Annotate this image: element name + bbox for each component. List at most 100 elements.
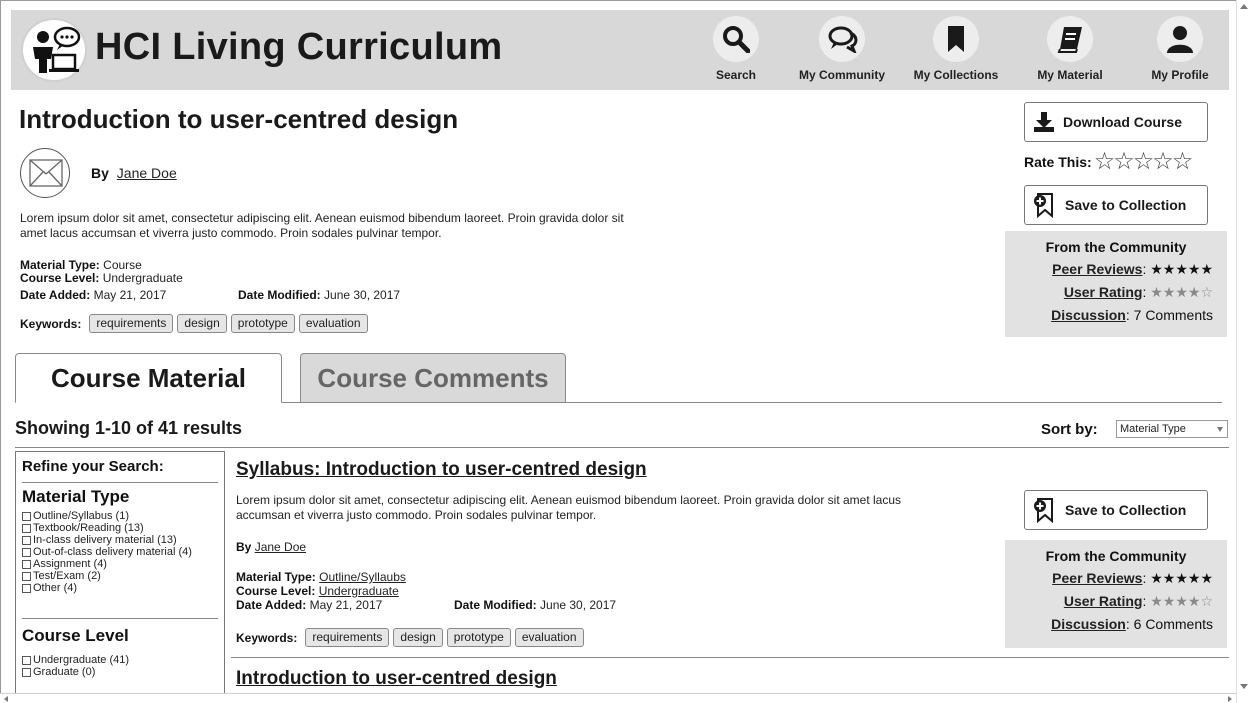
refine-title: Refine your Search: <box>22 458 164 475</box>
user-rating-link[interactable]: User Rating <box>1064 593 1143 609</box>
result-material-type-link[interactable]: Outline/Syllaubs <box>319 570 406 584</box>
checkbox[interactable] <box>22 523 31 533</box>
result-author-link[interactable]: Jane Doe <box>255 540 306 554</box>
discussion: Discussion: 7 Comments <box>1051 307 1213 323</box>
result-save-to-collection-button[interactable]: Save to Collection <box>1024 490 1208 530</box>
nav-my-material[interactable]: My Material <box>1025 16 1115 88</box>
community-title: From the Community <box>1045 239 1187 255</box>
filter-option[interactable]: Undergraduate (41) <box>22 654 129 666</box>
sort-select[interactable]: Material Type <box>1116 420 1228 438</box>
filter-option[interactable]: Other (4) <box>22 582 192 594</box>
tab-course-material[interactable]: Course Material <box>15 353 282 403</box>
rating-stars-input[interactable]: ☆☆☆☆☆ <box>1094 150 1194 174</box>
sort-label: Sort by: <box>1041 421 1098 438</box>
result-community-panel: From the Community Peer Reviews: ★★★★★ U… <box>1005 540 1227 648</box>
result-material-type: Material Type: Outline/Syllaubs <box>236 570 406 584</box>
keyword-tag[interactable]: evaluation <box>514 628 584 647</box>
peer-reviews: Peer Reviews: ★★★★★ <box>1052 261 1213 277</box>
search-icon <box>713 16 759 62</box>
keyword-tag[interactable]: prototype <box>230 314 295 333</box>
keyword-tag[interactable]: requirements <box>305 628 390 647</box>
peer-reviews-link[interactable]: Peer Reviews <box>1052 570 1142 586</box>
filter-option[interactable]: Test/Exam (2) <box>22 570 192 582</box>
nav-search[interactable]: Search <box>703 16 769 88</box>
rate-this-label: Rate This: <box>1024 154 1092 170</box>
filter-option[interactable]: In-class delivery material (13) <box>22 534 192 546</box>
result-date-modified: Date Modified: June 30, 2017 <box>454 598 617 612</box>
keyword-tag[interactable]: prototype <box>446 628 511 647</box>
nav-my-community-label: My Community <box>798 68 885 82</box>
scroll-down-icon[interactable] <box>1240 684 1248 689</box>
download-course-button[interactable]: Download Course <box>1024 102 1208 142</box>
site-title[interactable]: HCI Living Curriculum <box>95 26 502 69</box>
bookmark-plus-icon <box>1034 193 1053 218</box>
author-avatar[interactable] <box>20 148 70 198</box>
rate-this: Rate This: ☆☆☆☆☆ <box>1024 150 1194 174</box>
result-date-added: Date Added: May 21, 2017 <box>236 598 383 612</box>
checkbox[interactable] <box>22 511 31 521</box>
checkbox[interactable] <box>22 571 31 581</box>
filter-option[interactable]: Graduate (0) <box>22 666 129 678</box>
filter-option[interactable]: Outline/Syllabus (1) <box>22 510 192 522</box>
checkbox[interactable] <box>22 583 31 593</box>
keywords-label: Keywords: <box>236 630 298 645</box>
filter-option[interactable]: Out-of-class delivery material (4) <box>22 546 192 558</box>
course-title: Introduction to user-centred design <box>19 104 459 134</box>
horizontal-scrollbar[interactable] <box>0 693 1236 703</box>
filter-option[interactable]: Assignment (4) <box>22 558 192 570</box>
checkbox[interactable] <box>22 667 31 677</box>
course-level-filter-list: Undergraduate (41) Graduate (0) <box>22 654 129 678</box>
peer-reviews-link[interactable]: Peer Reviews <box>1052 261 1142 277</box>
material-type-filter-title: Material Type <box>22 487 130 506</box>
user-rating: User Rating: ★★★★☆ <box>1063 284 1213 300</box>
user-rating-link[interactable]: User Rating <box>1064 284 1143 300</box>
result-course-level: Course Level: Undergraduate <box>236 584 399 598</box>
result-title-link[interactable]: Introduction to user-centred design <box>236 668 557 690</box>
result-keywords: Keywords: requirements design prototype … <box>236 628 588 647</box>
nav-my-material-label: My Material <box>1037 68 1103 82</box>
scroll-left-icon[interactable] <box>4 696 8 702</box>
chevron-down-icon <box>1217 427 1223 432</box>
nav-my-community[interactable]: My Community <box>787 16 897 88</box>
checkbox[interactable] <box>22 535 31 545</box>
checkbox[interactable] <box>22 547 31 557</box>
divider <box>22 482 218 483</box>
keyword-tag[interactable]: design <box>393 628 443 647</box>
logo-icon[interactable] <box>21 18 87 82</box>
community-panel: From the Community Peer Reviews: ★★★★★ U… <box>1005 231 1227 337</box>
nav-my-profile[interactable]: My Profile <box>1141 16 1219 88</box>
filter-option[interactable]: Textbook/Reading (13) <box>22 522 192 534</box>
divider <box>22 618 218 619</box>
tab-course-comments[interactable]: Course Comments <box>300 353 566 403</box>
discussion: Discussion: 6 Comments <box>1051 616 1213 632</box>
keyword-tag[interactable]: design <box>177 314 227 333</box>
result-description: Lorem ipsum dolor sit amet, consectetur … <box>236 493 902 522</box>
person-icon <box>1157 16 1203 62</box>
nav-my-collections-label: My Collections <box>913 68 999 82</box>
discussion-link[interactable]: Discussion <box>1051 616 1126 632</box>
result-title-link[interactable]: Syllabus: Introduction to user-centred d… <box>236 459 647 481</box>
tab-divider <box>282 402 1222 403</box>
by-label: By <box>91 165 109 181</box>
nav-my-collections[interactable]: My Collections <box>901 16 1011 88</box>
course-description: Lorem ipsum dolor sit amet, consectetur … <box>20 211 624 240</box>
result-byline: By Jane Doe <box>236 540 307 554</box>
peer-review-stars: ★★★★★ <box>1150 261 1213 277</box>
vertical-scrollbar[interactable] <box>1236 0 1250 703</box>
peer-reviews: Peer Reviews: ★★★★★ <box>1052 570 1213 586</box>
discussion-link[interactable]: Discussion <box>1051 307 1126 323</box>
nav-search-label: Search <box>715 68 757 82</box>
scroll-right-icon[interactable] <box>1228 696 1232 702</box>
result-course-level-link[interactable]: Undergraduate <box>319 584 399 598</box>
image-placeholder-icon <box>29 159 63 187</box>
author-link[interactable]: Jane Doe <box>117 165 177 181</box>
results-count: Showing 1-10 of 41 results <box>15 418 243 438</box>
checkbox[interactable] <box>22 559 31 569</box>
keyword-tag[interactable]: evaluation <box>298 314 368 333</box>
bookmark-plus-icon <box>1034 498 1053 523</box>
scroll-up-icon[interactable] <box>1240 4 1248 9</box>
checkbox[interactable] <box>22 655 31 665</box>
byline: By Jane Doe <box>91 165 177 181</box>
keyword-tag[interactable]: requirements <box>89 314 174 333</box>
save-to-collection-button[interactable]: Save to Collection <box>1024 185 1208 225</box>
